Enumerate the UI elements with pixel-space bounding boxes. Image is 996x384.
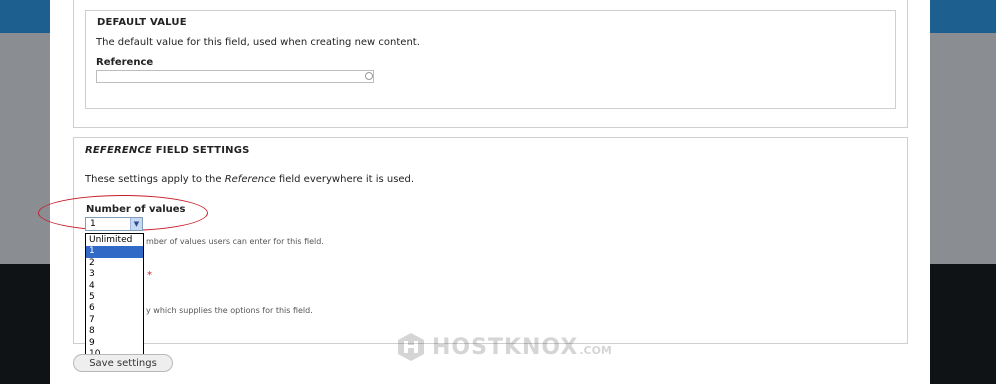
watermark-text: HOSTKNOX: [432, 334, 579, 360]
field-settings-legend-rest: FIELD SETTINGS: [152, 145, 250, 156]
desc-field-name: Reference: [224, 174, 276, 185]
reference-label: Reference: [96, 57, 154, 68]
number-of-values-dropdown[interactable]: Unlimited12345678910: [85, 233, 144, 359]
desc-prefix: These settings apply to the: [85, 174, 225, 185]
default-value-fieldset: [85, 10, 896, 109]
save-settings-button[interactable]: Save settings: [73, 354, 173, 372]
default-value-legend: DEFAULT VALUE: [97, 17, 187, 28]
dropdown-option[interactable]: 3: [86, 269, 143, 280]
dropdown-option[interactable]: 7: [86, 315, 143, 326]
reference-input[interactable]: [96, 70, 374, 83]
autocomplete-throbber-icon: [365, 72, 373, 80]
options-help: y which supplies the options for this fi…: [146, 306, 313, 315]
dropdown-option[interactable]: Unlimited: [86, 235, 143, 246]
desc-suffix: field everywhere it is used.: [275, 174, 415, 185]
dropdown-option[interactable]: 5: [86, 292, 143, 303]
field-settings-legend: REFERENCE FIELD SETTINGS: [85, 145, 250, 156]
watermark: HOSTKNOX .COM: [396, 332, 612, 362]
select-current-value: 1: [90, 219, 96, 229]
hostknox-logo-icon: [398, 333, 424, 361]
dropdown-option[interactable]: 4: [86, 281, 143, 292]
required-mark: *: [147, 270, 152, 281]
number-of-values-select[interactable]: 1 ▼: [85, 217, 143, 231]
dropdown-option[interactable]: 8: [86, 326, 143, 337]
chevron-down-icon[interactable]: ▼: [130, 218, 142, 230]
default-value-description: The default value for this field, used w…: [96, 37, 420, 48]
field-settings-description: These settings apply to the Reference fi…: [85, 174, 414, 185]
dropdown-option[interactable]: 6: [86, 303, 143, 314]
dropdown-option[interactable]: 1: [86, 246, 143, 258]
dropdown-option[interactable]: 2: [86, 258, 143, 269]
field-settings-legend-em: REFERENCE: [85, 145, 153, 156]
dropdown-option[interactable]: 9: [86, 338, 143, 349]
watermark-suffix: .COM: [579, 343, 612, 357]
number-of-values-help: mber of values users can enter for this …: [146, 237, 324, 246]
